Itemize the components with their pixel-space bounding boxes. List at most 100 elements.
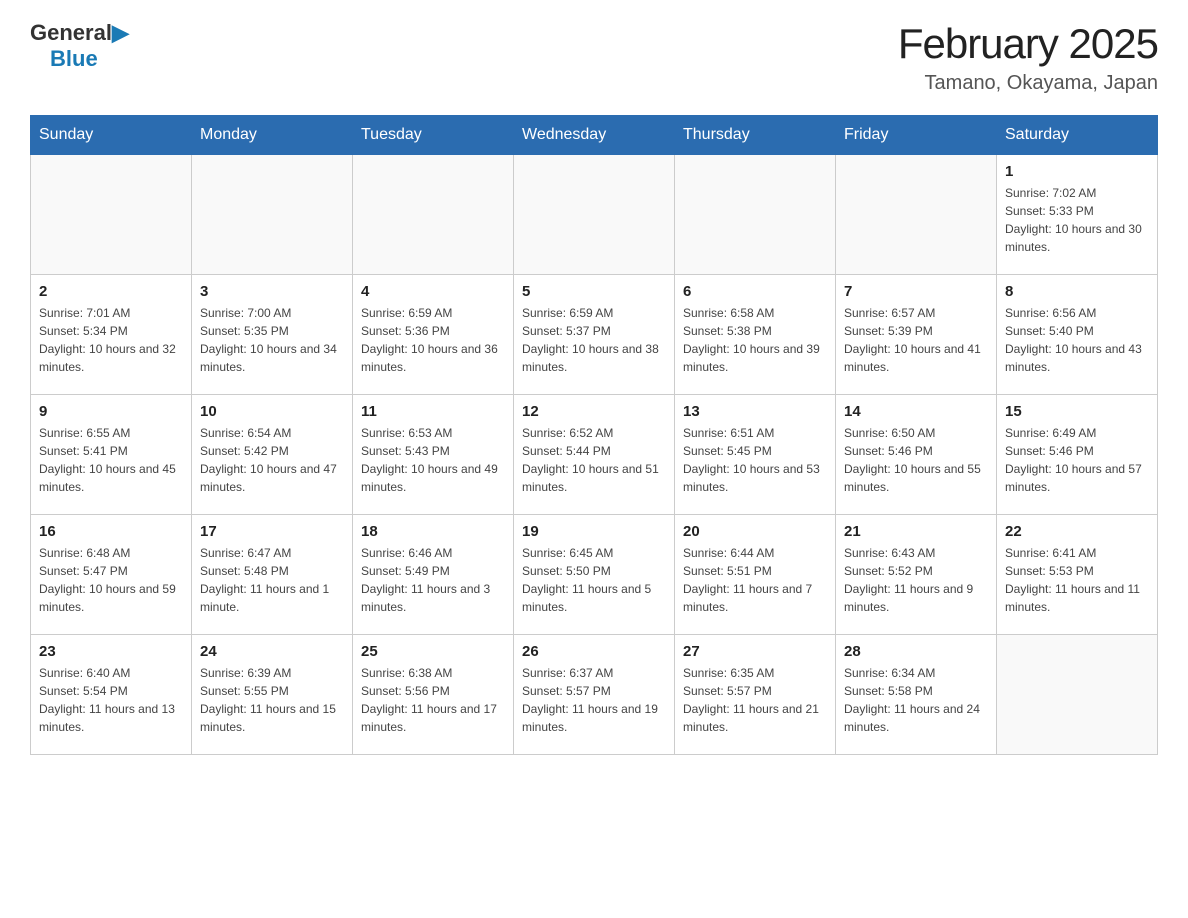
day-number: 26: [522, 643, 666, 660]
day-number: 24: [200, 643, 344, 660]
calendar-cell: 13 Sunrise: 6:51 AM Sunset: 5:45 PM Dayli…: [675, 395, 836, 515]
day-number: 16: [39, 523, 183, 540]
calendar-cell: 26Sunrise: 6:37 AM Sunset: 5:57 PM Dayli…: [514, 635, 675, 755]
calendar-cell: [31, 155, 192, 275]
calendar-week-row: 16 Sunrise: 6:48 AM Sunset: 5:47 PM Dayli…: [31, 515, 1158, 635]
day-number: 11: [361, 403, 505, 420]
day-info: Sunrise: 6:59 AM Sunset: 5:37 PM Dayligh…: [522, 304, 666, 376]
day-info: Sunrise: 6:48 AM Sunset: 5:47 PM Dayligh…: [39, 544, 183, 616]
calendar-table: SundayMondayTuesdayWednesdayThursdayFrid…: [30, 115, 1158, 755]
day-number: 25: [361, 643, 505, 660]
calendar-cell: 10 Sunrise: 6:54 AM Sunset: 5:42 PM Dayli…: [192, 395, 353, 515]
day-info: Sunrise: 6:38 AM Sunset: 5:56 PM Dayligh…: [361, 664, 505, 736]
calendar-cell: 18 Sunrise: 6:46 AM Sunset: 5:49 PM Dayli…: [353, 515, 514, 635]
day-info: Sunrise: 6:35 AM Sunset: 5:57 PM Dayligh…: [683, 664, 827, 736]
day-info: Sunrise: 6:44 AM Sunset: 5:51 PM Dayligh…: [683, 544, 827, 616]
day-number: 4: [361, 283, 505, 300]
calendar-cell: 19Sunrise: 6:45 AM Sunset: 5:50 PM Dayli…: [514, 515, 675, 635]
calendar-day-header: Wednesday: [514, 116, 675, 155]
day-number: 14: [844, 403, 988, 420]
day-info: Sunrise: 6:52 AM Sunset: 5:44 PM Dayligh…: [522, 424, 666, 496]
day-number: 7: [844, 283, 988, 300]
day-info: Sunrise: 7:01 AM Sunset: 5:34 PM Dayligh…: [39, 304, 183, 376]
day-number: 17: [200, 523, 344, 540]
calendar-cell: 5 Sunrise: 6:59 AM Sunset: 5:37 PM Daylig…: [514, 275, 675, 395]
day-number: 28: [844, 643, 988, 660]
day-number: 21: [844, 523, 988, 540]
day-number: 27: [683, 643, 827, 660]
day-number: 5: [522, 283, 666, 300]
day-info: Sunrise: 6:49 AM Sunset: 5:46 PM Dayligh…: [1005, 424, 1149, 496]
calendar-cell: [353, 155, 514, 275]
day-info: Sunrise: 6:47 AM Sunset: 5:48 PM Dayligh…: [200, 544, 344, 616]
day-number: 1: [1005, 163, 1149, 180]
calendar-cell: [675, 155, 836, 275]
calendar-cell: 7 Sunrise: 6:57 AM Sunset: 5:39 PM Daylig…: [836, 275, 997, 395]
calendar-cell: 1 Sunrise: 7:02 AM Sunset: 5:33 PM Daylig…: [997, 155, 1158, 275]
calendar-cell: 14 Sunrise: 6:50 AM Sunset: 5:46 PM Dayli…: [836, 395, 997, 515]
day-info: Sunrise: 6:56 AM Sunset: 5:40 PM Dayligh…: [1005, 304, 1149, 376]
calendar-week-row: 9 Sunrise: 6:55 AM Sunset: 5:41 PM Daylig…: [31, 395, 1158, 515]
day-info: Sunrise: 6:41 AM Sunset: 5:53 PM Dayligh…: [1005, 544, 1149, 616]
calendar-cell: 20 Sunrise: 6:44 AM Sunset: 5:51 PM Dayli…: [675, 515, 836, 635]
calendar-cell: [997, 635, 1158, 755]
calendar-day-header: Tuesday: [353, 116, 514, 155]
day-info: Sunrise: 6:53 AM Sunset: 5:43 PM Dayligh…: [361, 424, 505, 496]
calendar-cell: 3 Sunrise: 7:00 AM Sunset: 5:35 PM Daylig…: [192, 275, 353, 395]
calendar-cell: 4Sunrise: 6:59 AM Sunset: 5:36 PM Daylig…: [353, 275, 514, 395]
day-number: 9: [39, 403, 183, 420]
calendar-cell: 16 Sunrise: 6:48 AM Sunset: 5:47 PM Dayli…: [31, 515, 192, 635]
calendar-cell: 9 Sunrise: 6:55 AM Sunset: 5:41 PM Daylig…: [31, 395, 192, 515]
calendar-subtitle: Tamano, Okayama, Japan: [898, 72, 1158, 95]
logo: General▶ Blue: [30, 20, 129, 72]
day-info: Sunrise: 6:39 AM Sunset: 5:55 PM Dayligh…: [200, 664, 344, 736]
calendar-cell: 12 Sunrise: 6:52 AM Sunset: 5:44 PM Dayli…: [514, 395, 675, 515]
day-number: 20: [683, 523, 827, 540]
calendar-header-row: SundayMondayTuesdayWednesdayThursdayFrid…: [31, 116, 1158, 155]
logo-general-text: General▶: [30, 20, 129, 46]
day-info: Sunrise: 6:46 AM Sunset: 5:49 PM Dayligh…: [361, 544, 505, 616]
calendar-day-header: Friday: [836, 116, 997, 155]
day-number: 3: [200, 283, 344, 300]
calendar-cell: 11 Sunrise: 6:53 AM Sunset: 5:43 PM Dayli…: [353, 395, 514, 515]
calendar-cell: 2 Sunrise: 7:01 AM Sunset: 5:34 PM Daylig…: [31, 275, 192, 395]
day-info: Sunrise: 6:50 AM Sunset: 5:46 PM Dayligh…: [844, 424, 988, 496]
calendar-cell: [836, 155, 997, 275]
title-section: February 2025 Tamano, Okayama, Japan: [898, 20, 1158, 95]
day-number: 2: [39, 283, 183, 300]
day-number: 10: [200, 403, 344, 420]
calendar-day-header: Sunday: [31, 116, 192, 155]
day-number: 8: [1005, 283, 1149, 300]
day-info: Sunrise: 7:00 AM Sunset: 5:35 PM Dayligh…: [200, 304, 344, 376]
day-number: 18: [361, 523, 505, 540]
day-info: Sunrise: 6:57 AM Sunset: 5:39 PM Dayligh…: [844, 304, 988, 376]
calendar-cell: 25 Sunrise: 6:38 AM Sunset: 5:56 PM Dayli…: [353, 635, 514, 755]
calendar-week-row: 23 Sunrise: 6:40 AM Sunset: 5:54 PM Dayli…: [31, 635, 1158, 755]
day-number: 15: [1005, 403, 1149, 420]
calendar-cell: [192, 155, 353, 275]
calendar-cell: 24 Sunrise: 6:39 AM Sunset: 5:55 PM Dayli…: [192, 635, 353, 755]
day-info: Sunrise: 6:43 AM Sunset: 5:52 PM Dayligh…: [844, 544, 988, 616]
day-number: 6: [683, 283, 827, 300]
calendar-day-header: Monday: [192, 116, 353, 155]
day-number: 12: [522, 403, 666, 420]
calendar-cell: [514, 155, 675, 275]
calendar-cell: 6 Sunrise: 6:58 AM Sunset: 5:38 PM Daylig…: [675, 275, 836, 395]
calendar-title: February 2025: [898, 20, 1158, 68]
calendar-cell: 17 Sunrise: 6:47 AM Sunset: 5:48 PM Dayli…: [192, 515, 353, 635]
calendar-week-row: 2 Sunrise: 7:01 AM Sunset: 5:34 PM Daylig…: [31, 275, 1158, 395]
day-number: 23: [39, 643, 183, 660]
day-info: Sunrise: 6:54 AM Sunset: 5:42 PM Dayligh…: [200, 424, 344, 496]
calendar-week-row: 1 Sunrise: 7:02 AM Sunset: 5:33 PM Daylig…: [31, 155, 1158, 275]
day-info: Sunrise: 7:02 AM Sunset: 5:33 PM Dayligh…: [1005, 184, 1149, 256]
day-info: Sunrise: 6:40 AM Sunset: 5:54 PM Dayligh…: [39, 664, 183, 736]
logo-blue-text: Blue: [50, 46, 98, 72]
day-info: Sunrise: 6:34 AM Sunset: 5:58 PM Dayligh…: [844, 664, 988, 736]
day-info: Sunrise: 6:58 AM Sunset: 5:38 PM Dayligh…: [683, 304, 827, 376]
day-info: Sunrise: 6:55 AM Sunset: 5:41 PM Dayligh…: [39, 424, 183, 496]
page-header: General▶ Blue February 2025 Tamano, Okay…: [30, 20, 1158, 95]
day-number: 13: [683, 403, 827, 420]
day-info: Sunrise: 6:45 AM Sunset: 5:50 PM Dayligh…: [522, 544, 666, 616]
day-info: Sunrise: 6:51 AM Sunset: 5:45 PM Dayligh…: [683, 424, 827, 496]
calendar-day-header: Saturday: [997, 116, 1158, 155]
